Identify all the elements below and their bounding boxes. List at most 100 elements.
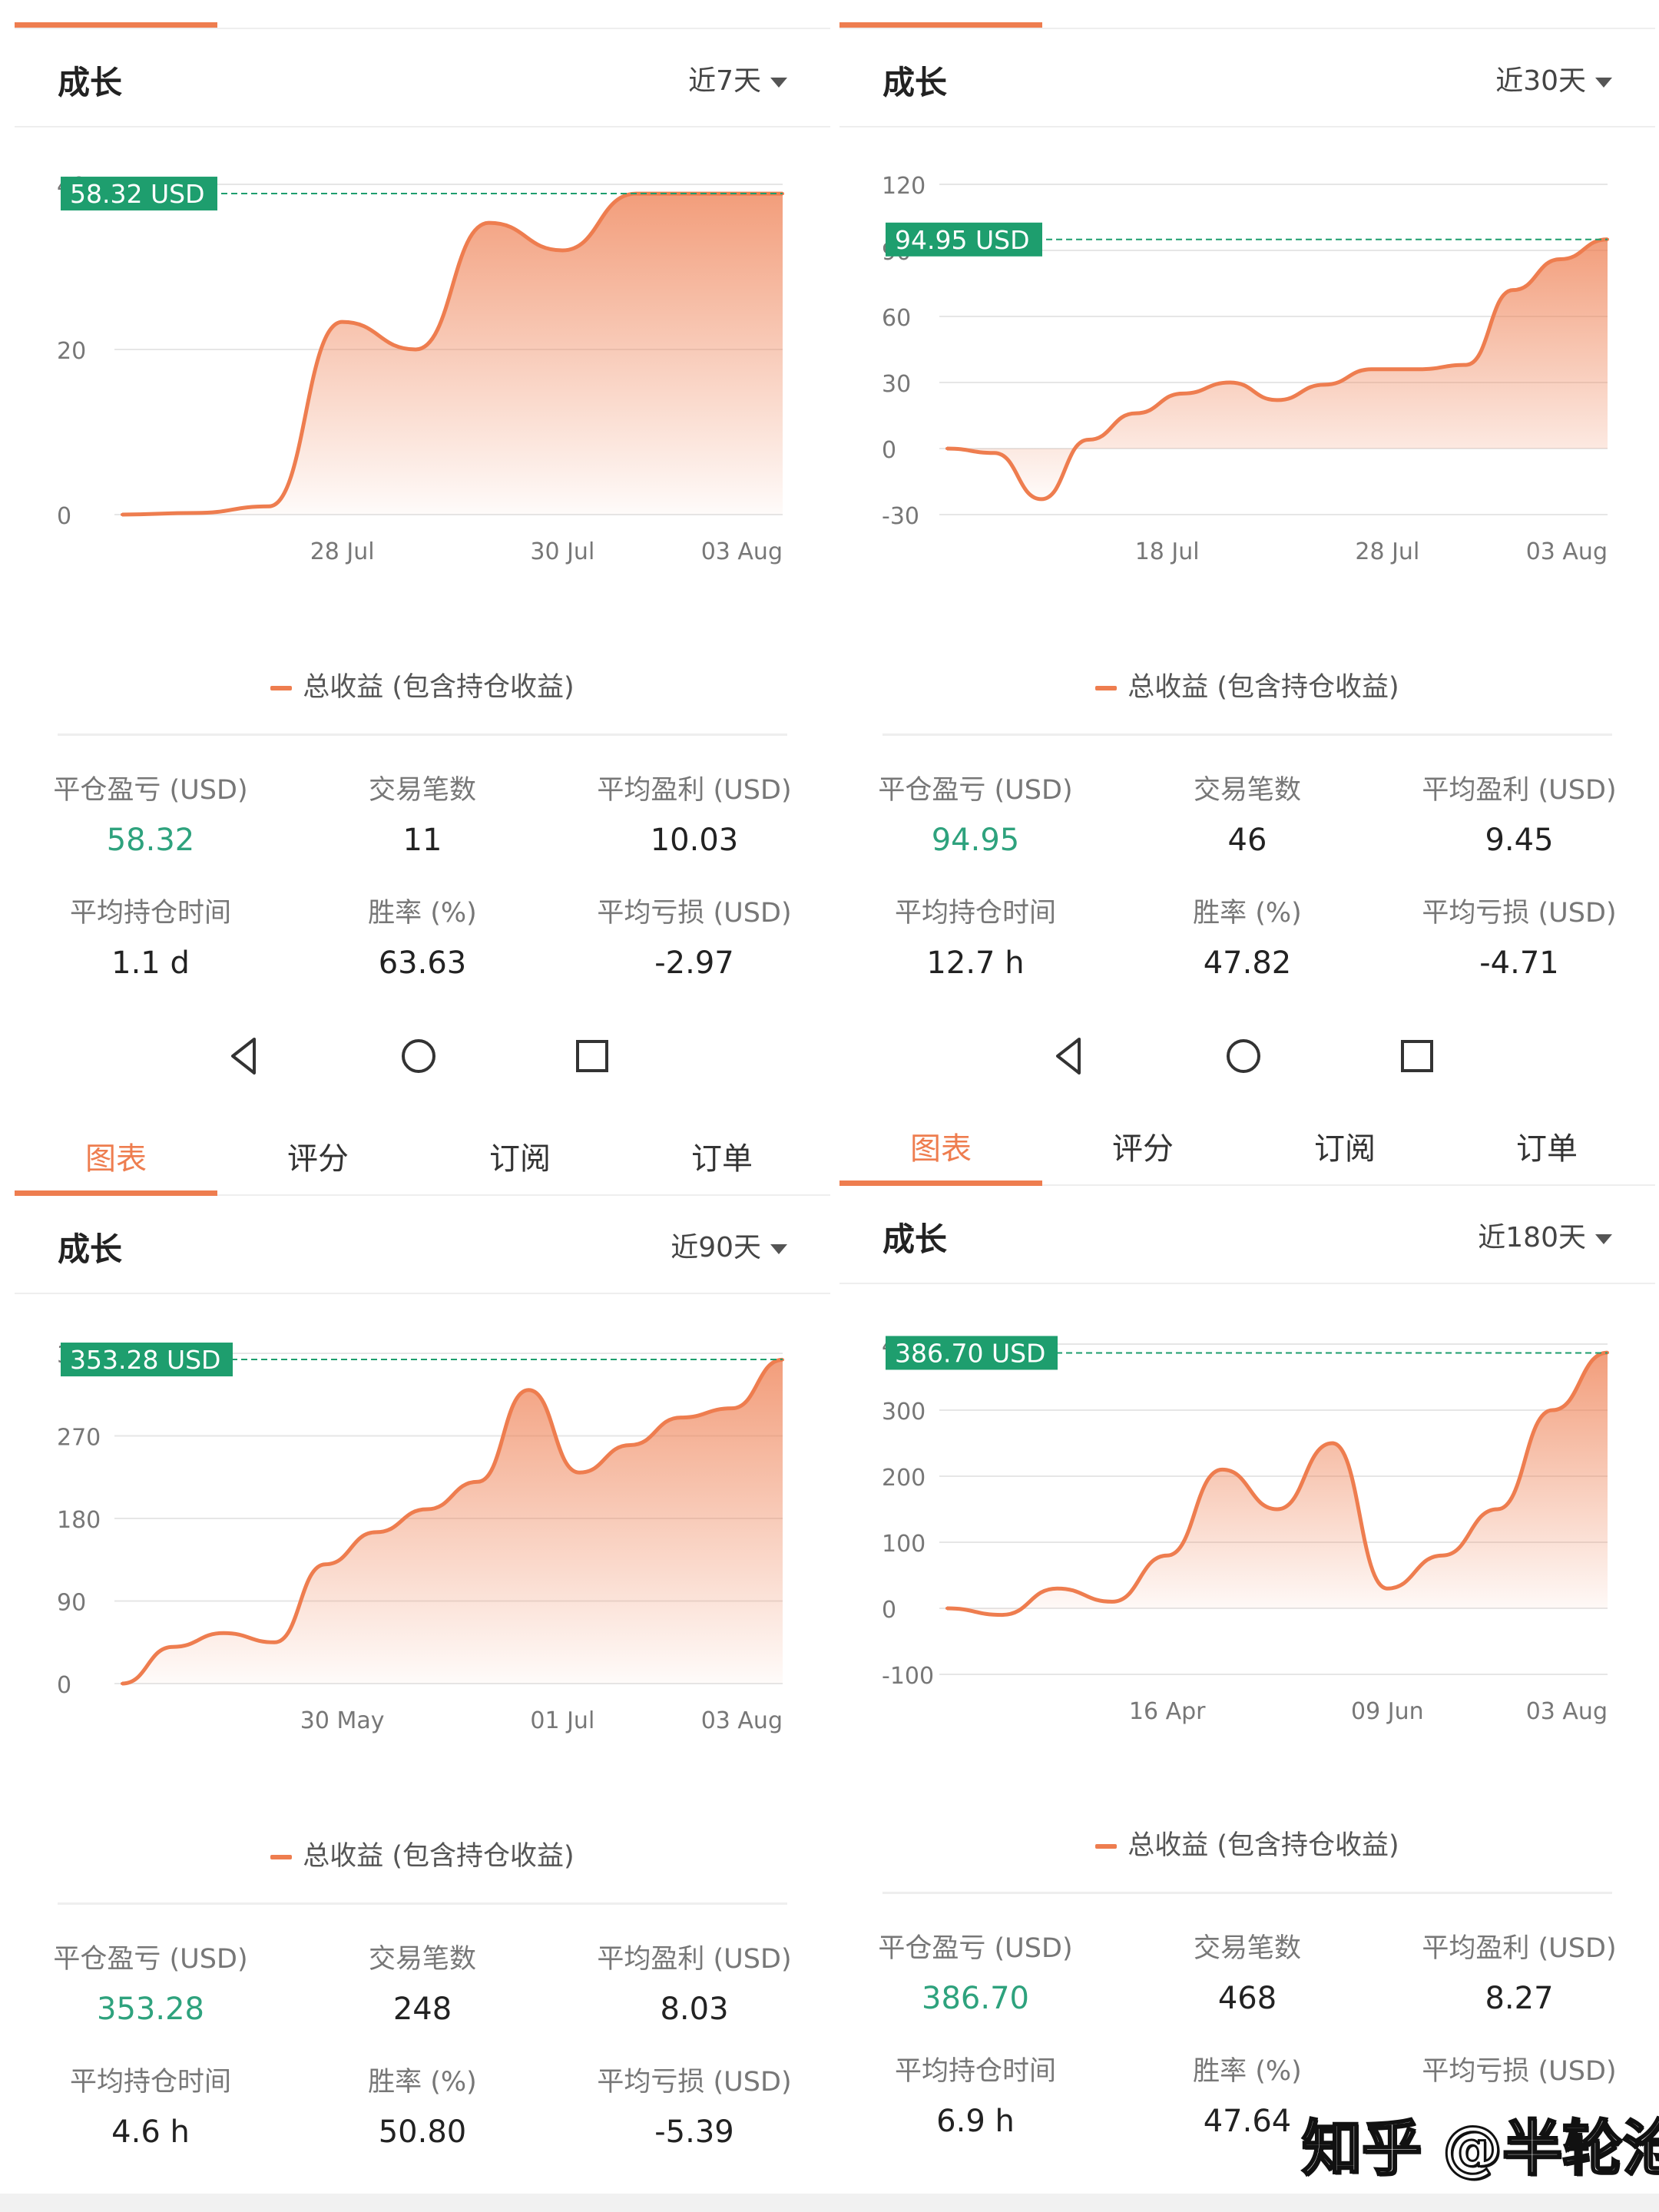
x-tick-label: 01 Jul [530,1707,594,1734]
x-tick-label: 30 May [300,1707,385,1734]
range-dropdown[interactable]: 近30天 [1495,58,1612,98]
data-point [1111,1600,1114,1604]
stat-value: 11 [402,823,442,858]
stat-win-rate: 胜率 (%) 63.63 [286,891,558,981]
data-point [1551,1409,1555,1412]
stat-avg-profit: 平均盈利 (USD) 9.45 [1383,768,1655,858]
tab-score[interactable]: 评分 [260,1134,376,1178]
data-point [1464,363,1468,367]
data-point [1495,1508,1499,1511]
stat-label: 平均亏损 (USD) [1422,2056,1617,2087]
data-point [1000,1613,1004,1617]
data-point [171,1645,175,1649]
back-icon[interactable] [1047,1033,1093,1079]
tab-subscribe[interactable]: 订阅 [1287,1124,1402,1168]
data-point [1134,412,1137,416]
range-label: 近90天 [671,1232,761,1263]
tab-subscribe[interactable]: 订阅 [462,1134,578,1178]
legend-swatch [1095,1844,1118,1849]
stat-label: 平均持仓时间 [894,2056,1056,2087]
data-point [1087,438,1091,442]
stat-label: 平仓盈亏 (USD) [53,1944,248,1975]
range-label: 近180天 [1478,1222,1586,1253]
stat-value: 58.32 [106,823,195,858]
stat-label: 平均盈利 (USD) [597,775,792,806]
legend-swatch [1095,686,1118,690]
android-nav-bar [839,1033,1655,1094]
stat-value: 8.03 [660,1992,729,2027]
stat-win-rate: 胜率 (%) 47.82 [1111,891,1383,981]
range-label: 近30天 [1495,65,1586,97]
stat-avg-profit: 平均盈利 (USD) 8.27 [1383,1926,1655,2016]
data-point [945,1607,949,1610]
x-tick-label: 18 Jul [1135,538,1200,565]
series-area [947,1353,1608,1615]
data-point [425,1508,429,1512]
stat-value: 468 [1217,1981,1277,2016]
x-tick-label: 03 Aug [701,1707,783,1734]
data-point [527,1388,531,1392]
data-point [1558,257,1562,261]
bottom-strip [0,2194,1659,2212]
y-tick-label: 20 [57,338,86,365]
growth-panel-180d: 图表 评分 订阅 订单 成长 近180天 -100010020030040016… [839,1098,1655,2194]
divider [58,1902,787,1905]
y-tick-label: 30 [882,371,911,398]
x-tick-label: 03 Aug [1526,1698,1608,1725]
stat-closed-pnl: 平仓盈亏 (USD) 386.70 [839,1926,1111,2016]
stat-value: 353.28 [97,1992,204,2027]
range-dropdown[interactable]: 近180天 [1478,1215,1612,1255]
recents-icon[interactable] [1394,1033,1440,1079]
series-area [947,239,1608,499]
stat-label: 平均亏损 (USD) [597,2067,792,2098]
stat-value: 94.95 [931,823,1020,858]
x-tick-label: 09 Jun [1351,1698,1424,1725]
tab-chart[interactable]: 图表 [58,1134,174,1178]
stat-label: 胜率 (%) [368,2067,477,2098]
back-icon[interactable] [222,1033,268,1079]
panel-title: 成长 [58,64,123,101]
y-tick-label: 0 [57,503,71,530]
y-tick-label: 0 [57,1672,71,1699]
stat-value: 47.82 [1203,945,1292,981]
panel-header: 成长 近7天 [15,29,830,127]
data-point [222,1631,226,1635]
range-dropdown[interactable]: 近7天 [688,58,787,98]
data-point [1228,381,1232,384]
data-point [323,1562,327,1566]
legend-swatch [270,1855,293,1859]
data-point [121,1682,124,1685]
y-tick-label: 100 [882,1531,926,1558]
marker-label: 386.70 USD [895,1338,1045,1368]
tab-score[interactable]: 评分 [1085,1124,1200,1168]
panel-header: 成长 近30天 [839,29,1655,127]
data-point [1055,1587,1059,1591]
home-icon[interactable] [396,1033,442,1079]
stat-value: 6.9 h [936,2104,1015,2139]
recents-icon[interactable] [569,1033,615,1079]
x-tick-label: 28 Jul [310,538,375,565]
home-icon[interactable] [1220,1033,1267,1079]
active-tab-indicator [839,1181,1042,1186]
tab-orders[interactable]: 订单 [1489,1124,1604,1168]
stat-avg-hold: 平均持仓时间 4.6 h [15,2060,286,2150]
tab-chart[interactable]: 图表 [883,1124,998,1168]
stat-value: -2.97 [654,945,734,981]
chart-legend: 总收益 (包含持仓收益) [15,665,830,704]
stat-label: 平仓盈亏 (USD) [53,775,248,806]
caret-down-icon [770,1243,787,1254]
divider [58,733,787,736]
y-tick-label: 60 [882,305,911,332]
panel-title: 成长 [58,1230,123,1268]
y-tick-label: 180 [57,1507,101,1534]
stat-avg-loss: 平均亏损 (USD) -5.39 [558,2060,830,2150]
panel-header: 成长 近180天 [839,1186,1655,1284]
range-dropdown[interactable]: 近90天 [671,1225,787,1265]
tab-bar: 图表 评分 订阅 订单 [15,1098,830,1196]
stat-avg-loss: 平均亏损 (USD) -4.71 [1383,891,1655,981]
stat-label: 胜率 (%) [368,898,477,929]
tab-orders[interactable]: 订单 [664,1134,780,1178]
stat-value: 46 [1227,823,1267,858]
data-point [1165,1554,1169,1558]
series-area [122,194,783,515]
